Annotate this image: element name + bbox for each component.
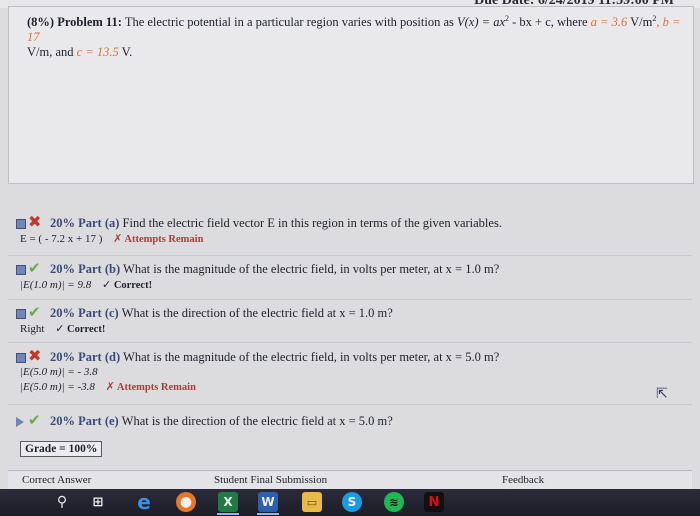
divider	[8, 342, 692, 343]
divider	[8, 404, 692, 405]
search-icon[interactable]: ⚲	[52, 492, 72, 512]
col-correct-answer: Correct Answer	[22, 474, 92, 486]
correct-icon: ✔	[28, 259, 41, 277]
attempts-remain-icon: ✗	[113, 232, 123, 245]
divider	[8, 299, 692, 300]
part-e[interactable]: ✔ 20% Part (e) What is the direction of …	[16, 411, 688, 430]
part-d-select-icon[interactable]	[16, 353, 26, 363]
incorrect-icon: ✖	[28, 212, 42, 231]
c-value: 13.5	[96, 45, 119, 60]
mouse-cursor-icon: ⇱	[656, 386, 668, 402]
firefox-icon[interactable]: ●	[176, 492, 196, 512]
active-indicator	[217, 513, 239, 515]
correct-icon: ✔	[28, 303, 41, 321]
divider	[8, 255, 692, 256]
part-c[interactable]: ✔ 20% Part (c) What is the direction of …	[16, 303, 688, 336]
part-b-answer: |E(1.0 m)| = 9.8 ✓ Correct!	[20, 278, 153, 291]
problem-text: (8%) Problem 11: The electric potential …	[27, 14, 681, 60]
answer-table-header: Correct Answer Student Final Submission …	[8, 470, 692, 489]
taskbar: ⚲ ⊞ e ● X W ▭ S ≋ N	[0, 489, 700, 516]
part-c-answer: Right ✓ Correct!	[20, 322, 106, 335]
correct-icon: ✔	[28, 411, 41, 429]
active-indicator	[257, 513, 279, 515]
col-feedback: Feedback	[502, 474, 545, 486]
formula: V(x) = ax	[457, 15, 505, 30]
grade-badge: Grade = 100%	[20, 441, 103, 457]
part-a-answer: E = ( - 7.2 x + 17 ) ✗ Attempts Remain	[20, 232, 204, 245]
part-a[interactable]: ✖ 20% Part (a) Find the electric field v…	[16, 212, 688, 246]
spotify-icon[interactable]: ≋	[384, 492, 404, 512]
part-d-answer-2: |E(5.0 m)| = -3.8 ✗ Attempts Remain	[20, 380, 196, 393]
expand-arrow-icon[interactable]	[16, 417, 24, 427]
netflix-icon[interactable]: N	[424, 492, 444, 512]
part-d-answer-1: |E(5.0 m)| = - 3.8	[20, 366, 98, 378]
incorrect-icon: ✖	[28, 346, 42, 365]
problem-header: (8%) Problem 11:	[27, 15, 122, 30]
edge-icon[interactable]: e	[134, 490, 154, 514]
problem-intro: The electric potential in a particular r…	[124, 15, 454, 30]
attempts-remain-icon: ✗	[105, 380, 115, 393]
a-value: 3.6	[611, 15, 628, 30]
problem-statement: (8%) Problem 11: The electric potential …	[8, 6, 694, 184]
word-icon[interactable]: W	[258, 492, 278, 512]
part-d[interactable]: ✖ 20% Part (d) What is the magnitude of …	[16, 346, 688, 394]
col-student-final: Student Final Submission	[214, 474, 328, 486]
skype-icon[interactable]: S	[342, 492, 362, 512]
part-b-select-icon[interactable]	[16, 265, 26, 275]
part-b[interactable]: ✔ 20% Part (b) What is the magnitude of …	[16, 259, 688, 292]
file-explorer-icon[interactable]: ▭	[302, 492, 322, 512]
task-view-icon[interactable]: ⊞	[88, 492, 108, 512]
excel-icon[interactable]: X	[218, 492, 238, 512]
b-value: 17	[27, 30, 40, 45]
part-c-select-icon[interactable]	[16, 309, 26, 319]
part-a-select-icon[interactable]	[16, 219, 26, 229]
